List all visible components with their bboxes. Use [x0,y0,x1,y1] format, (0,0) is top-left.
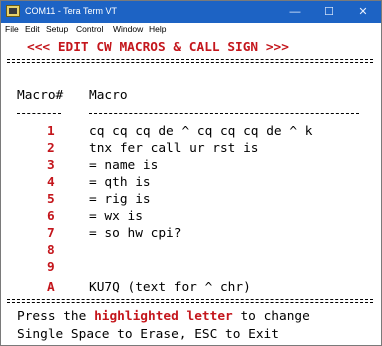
macro-key-5[interactable]: 5 [47,191,55,208]
macro-text-7: = so hw cpi? [89,226,182,241]
column-underline-macro [89,113,359,114]
macro-text-2: tnx fer call ur rst is [89,141,259,156]
call-sign-text: KU7Q (text for ^ chr) [89,280,251,295]
menu-edit[interactable]: Edit [25,24,40,34]
window-title: COM11 - Tera Term VT [25,6,118,16]
macro-text-4: = qth is [89,175,151,190]
menu-window[interactable]: Window [113,24,143,34]
macro-text-6: = wx is [89,209,143,224]
menu-setup[interactable]: Setup [46,24,68,34]
menu-help[interactable]: Help [149,24,166,34]
column-header-macro: Macro [89,88,128,103]
macro-key-4[interactable]: 4 [47,174,55,191]
macro-text-5: = rig is [89,192,151,207]
tera-term-window: COM11 - Tera Term VT — ☐ ✕ File Edit Set… [0,0,382,346]
macro-key-9[interactable]: 9 [47,259,55,276]
column-underline-key [17,113,61,114]
menu-file[interactable]: File [5,24,19,34]
macro-key-6[interactable]: 6 [47,208,55,225]
instruction-line-2: Single Space to Erase, ESC to Exit [17,327,279,342]
instruction-line-1: Press the highlighted letter to change [17,308,310,325]
macro-text-1: cq cq cq de ^ cq cq cq de ^ k [89,124,313,139]
menu-bar: File Edit Setup Control Window Help [1,23,381,37]
close-button[interactable]: ✕ [346,1,380,23]
screen-header: <<< EDIT CW MACROS & CALL SIGN >>> [27,40,289,55]
macro-key-1[interactable]: 1 [47,123,55,140]
instruction-change: to change [240,309,310,324]
title-bar[interactable]: COM11 - Tera Term VT — ☐ ✕ [1,1,381,23]
macro-text-3: = name is [89,158,159,173]
macro-key-2[interactable]: 2 [47,140,55,157]
macro-key-3[interactable]: 3 [47,157,55,174]
minimize-button[interactable]: — [278,1,312,23]
instruction-highlight: highlighted letter [94,309,233,324]
maximize-button[interactable]: ☐ [312,1,346,23]
macro-key-8[interactable]: 8 [47,242,55,259]
terminal-screen[interactable]: <<< EDIT CW MACROS & CALL SIGN >>> Macro… [5,37,377,345]
tera-term-app-icon[interactable] [6,5,20,17]
macro-key-a[interactable]: A [47,279,55,296]
instruction-press: Press the [17,309,87,324]
macro-key-7[interactable]: 7 [47,225,55,242]
menu-control[interactable]: Control [76,24,103,34]
column-header-key: Macro# [17,88,64,103]
